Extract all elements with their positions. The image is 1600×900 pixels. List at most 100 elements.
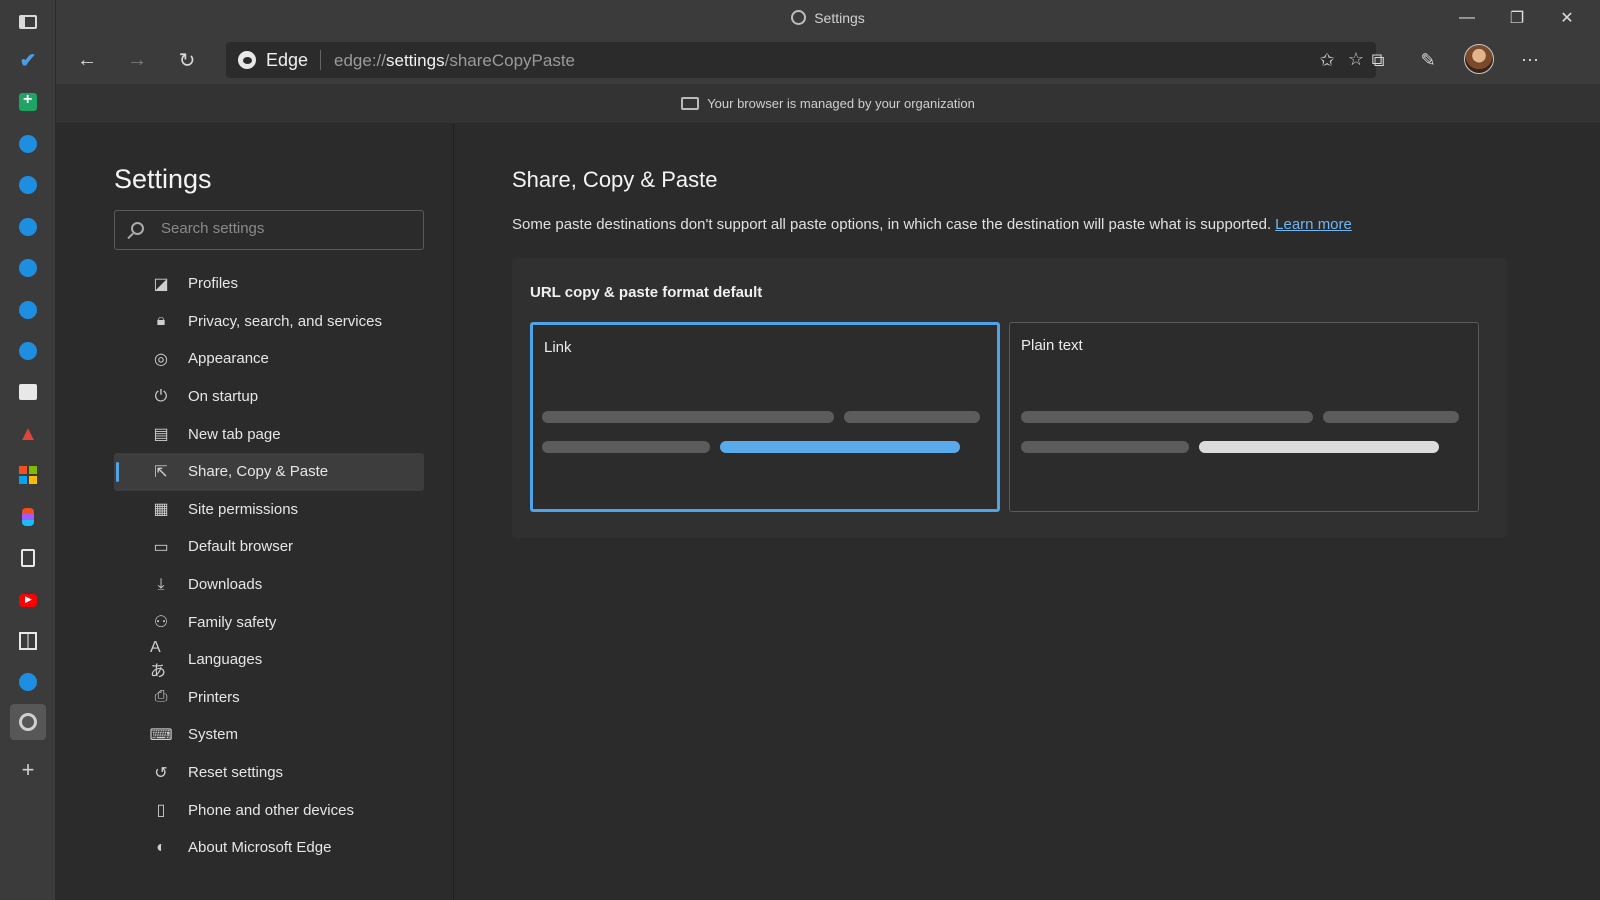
link-option-card[interactable]: Link xyxy=(530,322,1000,512)
window-title-text: Settings xyxy=(814,10,865,26)
url-format-panel: URL copy & paste format default Link Pla… xyxy=(512,258,1507,538)
plain-text-preview-bar xyxy=(1199,441,1439,453)
minimize-button[interactable]: — xyxy=(1444,4,1490,32)
url-prefix: edge:// xyxy=(334,51,386,70)
edge-logo-icon: ◐ xyxy=(156,838,166,856)
sidebar-item-system[interactable]: ⌨ System xyxy=(114,716,424,754)
sidebar-item-printers[interactable]: ⎙ Printers xyxy=(114,679,424,717)
sidebar-item-default-browser[interactable]: ▭ Default browser xyxy=(114,528,424,566)
sidebar-item-share-copy-paste[interactable]: ⇱ Share, Copy & Paste xyxy=(114,452,424,491)
gear-icon xyxy=(791,10,807,25)
settings-content: Share, Copy & Paste Some paste destinati… xyxy=(455,124,1600,900)
page-description: Some paste destinations don't support al… xyxy=(512,216,1352,233)
learn-more-link[interactable]: Learn more xyxy=(1275,216,1352,233)
favorites-icon[interactable]: ✩ xyxy=(1313,46,1341,74)
triangle-app-icon[interactable]: ▲ xyxy=(10,416,46,452)
tab-panel-icon[interactable] xyxy=(10,4,46,40)
settings-sidebar: Settings ◪ Profiles 🔒︎ Privacy, search, an… xyxy=(56,124,454,900)
microsoft-logo-icon[interactable] xyxy=(10,457,46,493)
url-path: /shareCopyPaste xyxy=(444,51,575,70)
edge-tab-icon[interactable] xyxy=(10,333,46,369)
refresh-button[interactable]: ↻ xyxy=(170,44,204,76)
printer-icon: ⎙ xyxy=(154,688,168,706)
page-title: Share, Copy & Paste xyxy=(512,167,718,192)
document-icon[interactable] xyxy=(10,540,46,576)
edge-tab-icon[interactable] xyxy=(10,167,46,203)
managed-banner-text: Your browser is managed by your organiza… xyxy=(707,96,975,111)
back-button[interactable]: ← xyxy=(70,44,104,76)
vertical-tab-strip: ✔ + ▲ ▶ + xyxy=(0,0,56,900)
address-bar[interactable]: Edge edge://settings/shareCopyPaste ☆ xyxy=(226,42,1376,78)
edge-tab-icon[interactable] xyxy=(10,250,46,286)
address-url[interactable]: edge://settings/shareCopyPaste xyxy=(334,51,575,71)
sidebar-item-label: Privacy, search, and services xyxy=(188,312,382,330)
sidebar-item-label: Downloads xyxy=(188,576,263,594)
sidebar-item-downloads[interactable]: ⤓ Downloads xyxy=(114,566,424,604)
sidebar-item-label: Share, Copy & Paste xyxy=(188,463,329,481)
todo-icon[interactable]: ✔ xyxy=(10,42,46,78)
placeholder-text-bar xyxy=(542,441,710,453)
address-brand: Edge xyxy=(266,50,309,70)
search-input[interactable] xyxy=(161,220,411,237)
book-icon[interactable] xyxy=(10,374,46,410)
sidebar-item-profiles[interactable]: ◪ Profiles xyxy=(114,265,424,303)
restore-button[interactable]: ❐ xyxy=(1494,4,1540,32)
sidebar-item-reset-settings[interactable]: ↺ Reset settings xyxy=(114,754,424,792)
address-separator xyxy=(320,50,321,70)
site-permissions-icon: ▦ xyxy=(153,501,169,519)
search-icon xyxy=(131,222,144,235)
forward-button[interactable]: → xyxy=(120,44,154,76)
favorite-star-icon[interactable]: ☆ xyxy=(1348,49,1364,70)
sidebar-item-about-edge[interactable]: ◐ About Microsoft Edge xyxy=(114,829,424,867)
edge-tab-icon[interactable] xyxy=(10,126,46,162)
sheets-icon[interactable]: + xyxy=(10,84,46,120)
sidebar-item-label: On startup xyxy=(188,388,259,406)
sidebar-item-label: Site permissions xyxy=(188,500,299,518)
close-button[interactable]: ✕ xyxy=(1544,4,1590,32)
edge-tab-icon[interactable] xyxy=(10,209,46,245)
lock-icon: 🔒︎ xyxy=(156,312,166,330)
palette-icon: ◎ xyxy=(154,350,168,368)
youtube-icon[interactable]: ▶ xyxy=(10,582,46,618)
sidebar-item-on-startup[interactable]: ⏻ On startup xyxy=(114,378,424,416)
option-label: Link xyxy=(544,339,572,356)
settings-tab-icon[interactable] xyxy=(10,704,46,740)
phone-icon: ▯ xyxy=(156,802,166,820)
collections-icon[interactable]: ⧉ xyxy=(1364,46,1392,74)
sidebar-item-privacy[interactable]: 🔒︎ Privacy, search, and services xyxy=(114,303,424,341)
power-icon: ⏻ xyxy=(154,387,168,405)
figma-icon[interactable] xyxy=(10,499,46,535)
sidebar-item-label: Default browser xyxy=(188,538,294,556)
sidebar-item-languages[interactable]: Aあ Languages xyxy=(114,639,424,680)
laptop-icon: ⌨ xyxy=(149,726,173,744)
sidebar-item-label: Reset settings xyxy=(188,764,284,782)
sidebar-item-family-safety[interactable]: ⚇ Family safety xyxy=(114,603,424,641)
more-menu-icon[interactable]: ⋯ xyxy=(1516,46,1544,74)
url-host: settings xyxy=(386,51,445,70)
plain-text-option-card[interactable]: Plain text xyxy=(1009,322,1479,512)
avatar[interactable] xyxy=(1464,44,1494,74)
sidebar-item-label: Appearance xyxy=(188,350,269,368)
sidebar-item-new-tab-page[interactable]: ▤ New tab page xyxy=(114,415,424,453)
sidebar-item-label: Languages xyxy=(188,651,263,669)
sidebar-item-label: Printers xyxy=(188,688,240,706)
sidebar-item-label: About Microsoft Edge xyxy=(188,839,332,857)
feedback-icon[interactable]: ✎ xyxy=(1414,46,1442,74)
new-tab-plus-icon[interactable]: + xyxy=(10,752,46,788)
sidebar-item-label: Phone and other devices xyxy=(188,801,354,819)
edge-tab-icon[interactable] xyxy=(10,292,46,328)
panel-title: URL copy & paste format default xyxy=(530,284,763,301)
link-preview-bar xyxy=(720,441,960,453)
search-settings-box[interactable] xyxy=(114,210,424,250)
placeholder-text-bar xyxy=(542,411,834,423)
edge-logo-icon xyxy=(238,51,256,69)
sidebar-item-phone-devices[interactable]: ▯ Phone and other devices xyxy=(114,791,424,829)
managed-banner: Your browser is managed by your organiza… xyxy=(56,84,1600,124)
sidebar-item-site-permissions[interactable]: ▦ Site permissions xyxy=(114,491,424,529)
dashboard-icon[interactable] xyxy=(10,623,46,659)
sidebar-item-appearance[interactable]: ◎ Appearance xyxy=(114,340,424,378)
toolbar: ← → ↻ Edge edge://settings/shareCopyPast… xyxy=(56,36,1600,84)
edge-tab-icon[interactable] xyxy=(10,664,46,700)
placeholder-text-bar xyxy=(1021,441,1189,453)
placeholder-text-bar xyxy=(1323,411,1459,423)
